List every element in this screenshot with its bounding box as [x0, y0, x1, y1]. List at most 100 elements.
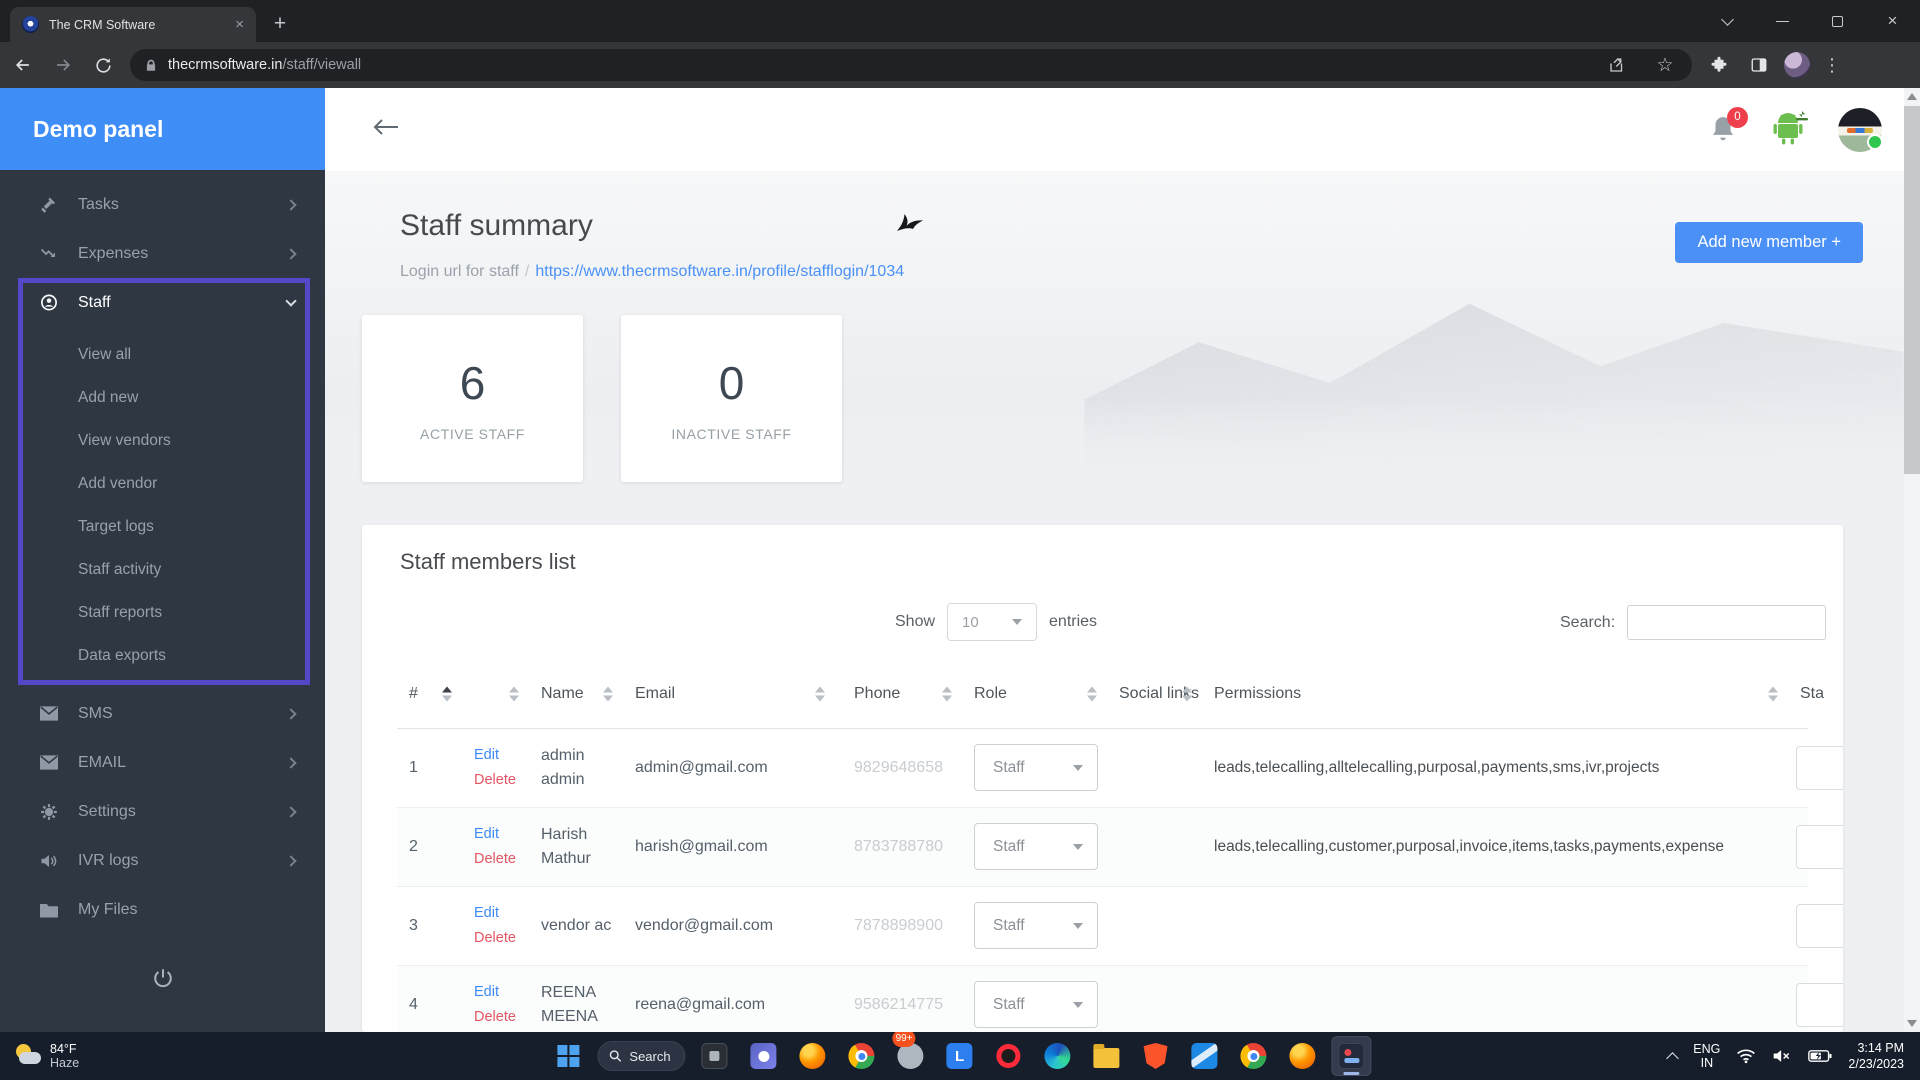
page-scrollbar[interactable] — [1904, 88, 1920, 1032]
row-status — [1788, 728, 1843, 808]
search-input[interactable] — [1627, 605, 1827, 640]
window-maximize-button[interactable] — [1810, 0, 1865, 42]
sort-arrows-icon — [1087, 686, 1097, 702]
role-select[interactable]: Staff — [974, 744, 1098, 791]
submenu-item-view-vendors[interactable]: View vendors — [0, 419, 325, 462]
taskbar-app-screen-recorder-active[interactable] — [1331, 1036, 1372, 1076]
scrollbar-thumb[interactable] — [1904, 106, 1920, 474]
edit-link[interactable]: Edit — [474, 905, 529, 921]
taskbar-app-vscode[interactable] — [1185, 1036, 1225, 1076]
taskbar-search[interactable]: Search — [597, 1041, 686, 1071]
submenu-item-add-vendor[interactable]: Add vendor — [0, 462, 325, 505]
address-bar[interactable]: thecrmsoftware.in/staff/viewall ☆ — [130, 49, 1692, 81]
battery-icon[interactable] — [1808, 1049, 1832, 1063]
window-close-button[interactable]: × — [1865, 0, 1920, 42]
sidebar-item-tasks[interactable]: Tasks — [0, 180, 325, 229]
taskbar-app-chrome-2[interactable] — [1234, 1036, 1274, 1076]
sidebar-item-staff[interactable]: Staff — [0, 278, 325, 327]
scrollbar-up-arrow[interactable] — [1904, 88, 1920, 105]
browser-profile-avatar[interactable] — [1784, 52, 1810, 78]
sidebar-item-my-files[interactable]: My Files — [0, 885, 325, 934]
submenu-item-view-all[interactable]: View all — [0, 333, 325, 376]
taskbar-app-firefox-2[interactable] — [1283, 1036, 1323, 1076]
taskbar-app-file-explorer[interactable] — [1087, 1036, 1127, 1076]
android-app-download-icon[interactable] — [1768, 109, 1808, 150]
taskbar-app-edge[interactable] — [1038, 1036, 1078, 1076]
notification-bell-icon[interactable]: 0 — [1710, 106, 1748, 145]
new-tab-button[interactable]: + — [266, 10, 294, 38]
sidebar-item-ivr-logs[interactable]: IVR logs — [0, 836, 325, 885]
taskbar-app-messages[interactable]: 99+ — [891, 1030, 931, 1076]
browser-forward-button[interactable] — [46, 48, 80, 82]
taskbar-app-brave[interactable] — [1136, 1036, 1176, 1076]
submenu-item-target-logs[interactable]: Target logs — [0, 505, 325, 548]
browser-menu-icon[interactable]: ⋮ — [1820, 55, 1844, 76]
user-avatar[interactable] — [1838, 107, 1883, 152]
windows-taskbar: 84°F Haze Search 99+ L ENG IN 3:14 PM 2/… — [0, 1030, 1920, 1080]
browser-tab[interactable]: The CRM Software × — [10, 7, 256, 42]
role-select[interactable]: Staff — [974, 823, 1098, 870]
edit-link[interactable]: Edit — [474, 747, 529, 763]
sidebar-item-settings[interactable]: Settings — [0, 787, 325, 836]
side-panel-icon[interactable] — [1744, 50, 1774, 80]
taskbar-app-teams[interactable] — [744, 1036, 784, 1076]
status-control[interactable] — [1796, 903, 1843, 948]
share-icon[interactable] — [1602, 50, 1632, 80]
status-control[interactable] — [1796, 745, 1843, 790]
browser-back-button[interactable] — [6, 48, 40, 82]
sidebar-item-sms[interactable]: SMS — [0, 689, 325, 738]
submenu-item-staff-reports[interactable]: Staff reports — [0, 591, 325, 634]
col-header-status[interactable]: Sta — [1788, 660, 1824, 729]
search-icon — [609, 1050, 622, 1062]
col-header-social-links[interactable]: Social links — [1107, 660, 1202, 729]
sidebar-item-expenses[interactable]: Expenses — [0, 229, 325, 278]
submenu-item-data-exports[interactable]: Data exports — [0, 634, 325, 677]
logout-power-button[interactable] — [145, 960, 181, 996]
col-header-role[interactable]: Role — [962, 660, 1107, 729]
bookmark-star-icon[interactable]: ☆ — [1650, 50, 1680, 80]
taskbar-app-opera[interactable] — [989, 1036, 1029, 1076]
submenu-item-add-new[interactable]: Add new — [0, 376, 325, 419]
tab-close-icon[interactable]: × — [233, 16, 246, 33]
status-control[interactable] — [1796, 824, 1843, 869]
app-back-arrow[interactable] — [372, 115, 400, 144]
edit-link[interactable]: Edit — [474, 826, 529, 842]
sidebar-item-email[interactable]: EMAIL — [0, 738, 325, 787]
status-control[interactable] — [1796, 982, 1843, 1027]
taskbar-app-media-player[interactable] — [695, 1036, 735, 1076]
add-new-member-button[interactable]: Add new member + — [1675, 222, 1863, 263]
language-indicator[interactable]: ENG IN — [1693, 1042, 1720, 1070]
wifi-icon[interactable] — [1736, 1048, 1756, 1064]
taskbar-app-firefox[interactable] — [793, 1036, 833, 1076]
edit-link[interactable]: Edit — [474, 984, 529, 1000]
caret-down-icon — [1073, 843, 1083, 850]
taskbar-app-chrome[interactable] — [842, 1036, 882, 1076]
col-header-phone[interactable]: Phone — [835, 660, 962, 729]
role-select[interactable]: Staff — [974, 981, 1098, 1028]
windows-start-button[interactable] — [548, 1036, 588, 1076]
col-header-permissions[interactable]: Permissions — [1202, 660, 1788, 729]
staff-login-url-link[interactable]: https://www.thecrmsoftware.in/profile/st… — [535, 263, 904, 280]
delete-link[interactable]: Delete — [474, 930, 529, 946]
taskbar-app-l[interactable]: L — [940, 1036, 980, 1076]
delete-link[interactable]: Delete — [474, 851, 529, 867]
tray-chevron-up-icon[interactable] — [1666, 1051, 1680, 1065]
sort-arrows-icon — [603, 686, 613, 702]
delete-link[interactable]: Delete — [474, 1009, 529, 1025]
col-header-actions[interactable] — [462, 660, 529, 729]
taskbar-weather-widget[interactable]: 84°F Haze — [14, 1042, 79, 1070]
col-header-name[interactable]: Name — [529, 660, 623, 729]
page-size-select[interactable]: 10 — [947, 603, 1038, 641]
window-minimize-button[interactable] — [1755, 0, 1810, 42]
col-header-num[interactable]: # — [397, 660, 462, 729]
submenu-item-staff-activity[interactable]: Staff activity — [0, 548, 325, 591]
clock-widget[interactable]: 3:14 PM 2/23/2023 — [1848, 1040, 1904, 1072]
scrollbar-down-arrow[interactable] — [1904, 1015, 1920, 1032]
tab-search-chevron-icon[interactable] — [1700, 0, 1755, 42]
volume-mute-icon[interactable] — [1772, 1048, 1792, 1064]
browser-reload-button[interactable] — [86, 48, 120, 82]
col-header-email[interactable]: Email — [623, 660, 835, 729]
extensions-puzzle-icon[interactable] — [1704, 50, 1734, 80]
role-select[interactable]: Staff — [974, 902, 1098, 949]
delete-link[interactable]: Delete — [474, 772, 529, 788]
